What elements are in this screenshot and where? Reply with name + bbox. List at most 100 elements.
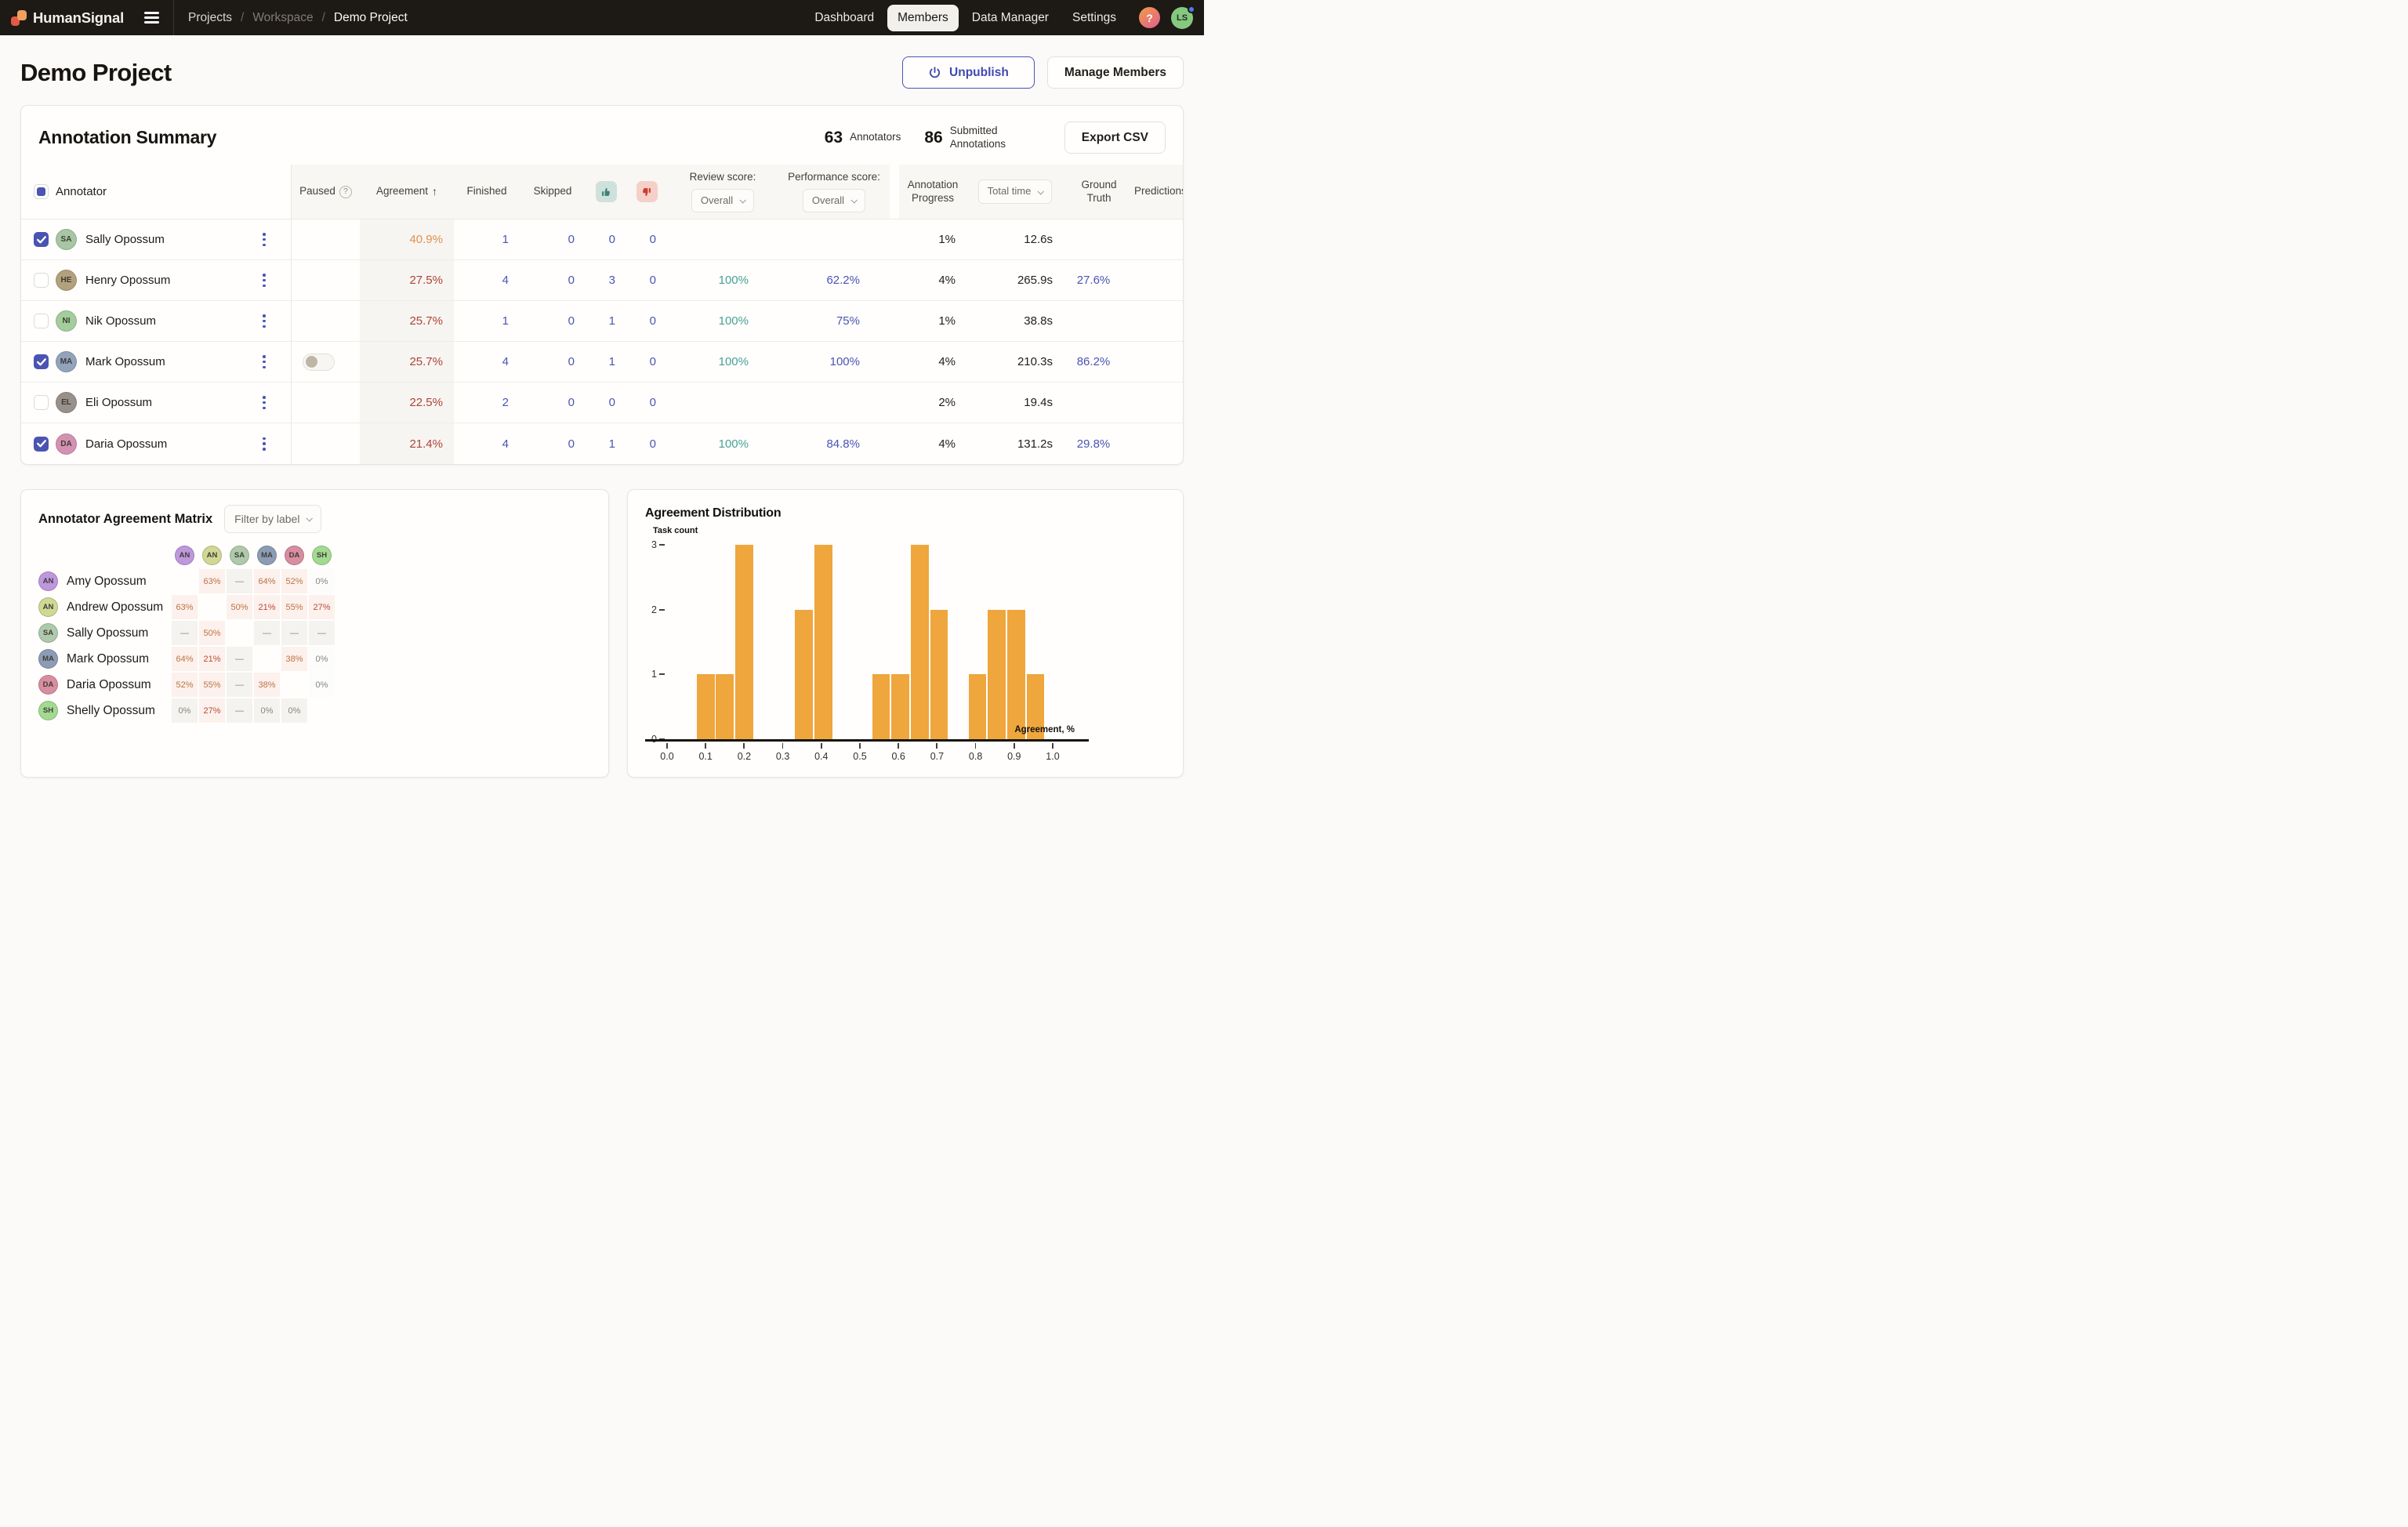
accepted-count: 0 [586, 219, 626, 259]
brand-name: HumanSignal [33, 9, 124, 27]
row-menu-button[interactable] [256, 351, 272, 372]
annotators-stat: 63 Annotators [825, 129, 901, 147]
performance-score-value: 100% [778, 342, 890, 382]
paused-help-icon[interactable]: ? [339, 186, 352, 198]
annotation-summary-panel: Annotation Summary 63 Annotators 86 Subm… [20, 105, 1184, 465]
nav-link-settings[interactable]: Settings [1062, 5, 1126, 31]
finished-value: 4 [454, 260, 520, 300]
chevron-down-icon [740, 197, 746, 203]
annotator-avatar: NI [56, 310, 77, 332]
x-tick-mark [1052, 743, 1054, 749]
rejected-count: 0 [626, 383, 667, 423]
help-icon[interactable]: ? [1139, 7, 1160, 28]
performance-filter-value: Overall [812, 194, 844, 207]
finished-value: 1 [454, 219, 520, 259]
matrix-row-label: ANAmy Opossum [38, 571, 170, 591]
histogram-bar [930, 610, 948, 739]
row-menu-button[interactable] [256, 392, 272, 413]
ground-truth-value: 27.6% [1064, 260, 1134, 300]
skipped-value: 0 [520, 383, 586, 423]
agreement-value: 40.9% [360, 219, 454, 259]
nav-link-dashboard[interactable]: Dashboard [804, 5, 884, 31]
x-tick-mark [821, 743, 822, 749]
row-menu-button[interactable] [256, 270, 272, 291]
skipped-value: 0 [520, 260, 586, 300]
annotation-progress-value: 4% [890, 423, 966, 464]
performance-score-value: 75% [778, 301, 890, 341]
annotators-label: Annotators [850, 131, 901, 144]
annotator-avatar: MA [56, 351, 77, 372]
review-score-value [667, 383, 778, 423]
agreement-label: Agreement [376, 185, 428, 198]
hamburger-menu-icon[interactable] [141, 6, 162, 29]
user-avatar[interactable]: LS [1171, 7, 1193, 29]
skipped-value: 0 [520, 342, 586, 382]
paused-label: Paused [299, 185, 335, 198]
matrix-cell: 64% [172, 647, 198, 671]
annotator-name: Mark Opossum [85, 355, 165, 368]
predictions-column-header: Predictions [1134, 165, 1184, 219]
row-menu-button[interactable] [256, 310, 272, 332]
annotator-name: Eli Opossum [85, 396, 152, 409]
accepted-count: 0 [586, 383, 626, 423]
total-time-value: 12.6s [966, 219, 1064, 259]
y-tick-label: 3 [645, 539, 657, 550]
select-all-checkbox[interactable] [34, 184, 49, 199]
x-tick-label: 0.5 [847, 751, 873, 762]
finished-value: 2 [454, 383, 520, 423]
predictions-value [1134, 219, 1183, 259]
row-checkbox[interactable] [34, 395, 49, 410]
toggle-knob [306, 356, 317, 368]
row-checkbox[interactable] [34, 437, 49, 452]
matrix-cell: 52% [172, 673, 198, 697]
nav-link-data-manager[interactable]: Data Manager [962, 5, 1059, 31]
matrix-cell: 55% [199, 673, 225, 697]
performance-score-filter-select[interactable]: Overall [803, 189, 865, 212]
histogram-bar [872, 674, 890, 739]
matrix-column-header: DA [281, 546, 307, 565]
ground-truth-value [1064, 219, 1134, 259]
agreement-column-header[interactable]: Agreement ↑ [360, 165, 454, 219]
row-checkbox[interactable] [34, 273, 49, 288]
row-checkbox[interactable] [34, 232, 49, 247]
paused-toggle[interactable] [303, 354, 335, 371]
finished-value: 4 [454, 423, 520, 464]
accepted-column-header [586, 165, 626, 219]
matrix-column-header: MA [254, 546, 280, 565]
total-time-select[interactable]: Total time [978, 180, 1053, 203]
thumbs-down-icon [636, 181, 658, 202]
row-menu-button[interactable] [256, 229, 272, 250]
annotation-progress-column-header: Annotation Progress [899, 165, 966, 219]
notification-dot [1188, 5, 1195, 13]
histogram-bar [814, 545, 832, 739]
x-tick-label: 0.2 [731, 751, 757, 762]
review-score-filter-select[interactable]: Overall [691, 189, 754, 212]
matrix-cell: 27% [199, 698, 225, 723]
matrix-cell: — [227, 698, 252, 723]
brand[interactable]: HumanSignal [11, 9, 124, 27]
row-checkbox[interactable] [34, 314, 49, 328]
nav-link-members[interactable]: Members [887, 5, 959, 31]
annotators-count: 63 [825, 129, 843, 147]
matrix-column-header: AN [172, 546, 198, 565]
matrix-cell: — [227, 673, 252, 697]
filter-by-label-select[interactable]: Filter by label [224, 505, 321, 533]
finished-value: 1 [454, 301, 520, 341]
row-menu-button[interactable] [256, 433, 272, 455]
table-row: SASally Opossum40.9%10001%12.6s [21, 219, 1183, 260]
x-tick-label: 0.8 [963, 751, 989, 762]
breadcrumb-workspace[interactable]: Workspace [252, 11, 313, 25]
annotator-name: Nik Opossum [85, 314, 156, 328]
matrix-column-avatar: SH [312, 546, 332, 565]
agreement-matrix-panel: Annotator Agreement Matrix Filter by lab… [20, 489, 609, 778]
ground-truth-value: 29.8% [1064, 423, 1134, 464]
export-csv-button[interactable]: Export CSV [1064, 122, 1166, 154]
matrix-cell: — [227, 569, 252, 593]
agreement-value: 27.5% [360, 260, 454, 300]
accepted-count: 3 [586, 260, 626, 300]
unpublish-button[interactable]: Unpublish [902, 56, 1035, 89]
row-checkbox[interactable] [34, 354, 49, 369]
y-tick-mark [659, 544, 665, 546]
breadcrumb-projects[interactable]: Projects [188, 11, 232, 25]
manage-members-button[interactable]: Manage Members [1047, 56, 1184, 89]
